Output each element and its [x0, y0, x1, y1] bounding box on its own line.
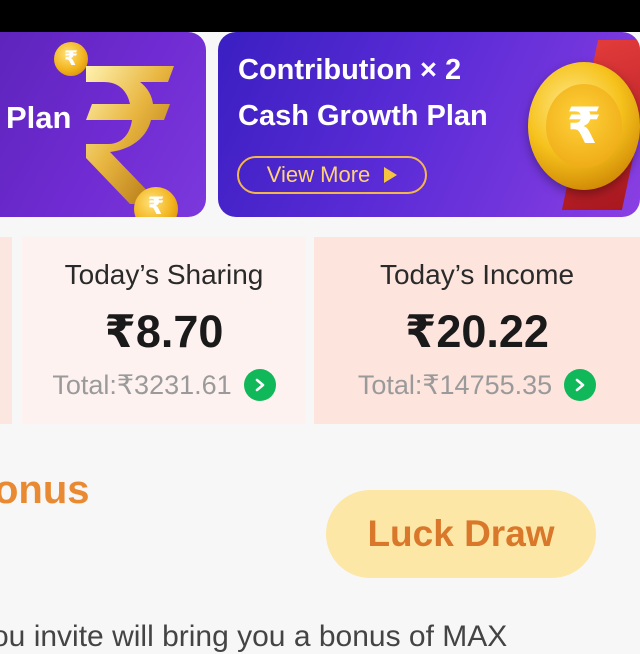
sharing-value: ₹8.70 [104, 306, 224, 357]
bonus-title: onus [0, 468, 90, 512]
stat-card-partial [0, 237, 12, 424]
income-total-row[interactable]: Total:₹14755.35 [314, 369, 640, 401]
stat-card-todays-sharing[interactable]: Today’s Sharing ₹8.70 Total:₹3231.61 [22, 237, 306, 424]
view-more-button[interactable]: View More [237, 156, 427, 194]
status-bar [0, 0, 640, 32]
play-arrow-icon [384, 167, 398, 183]
sharing-total-row[interactable]: Total:₹3231.61 [22, 369, 306, 401]
bonus-description: ou invite will bring you a bonus of MAX [0, 620, 508, 653]
income-label: Today’s Income [379, 259, 575, 290]
banner-cash-growth-plan[interactable]: Contribution × 2 Cash Growth Plan View M… [218, 32, 640, 217]
gold-medal-icon: ₹ [528, 62, 640, 190]
chevron-right-icon[interactable] [243, 369, 276, 401]
sharing-label: Today’s Sharing [64, 259, 264, 290]
banner-title-line1: Contribution × 2 [238, 54, 462, 86]
banner-title-line2: Cash Growth Plan [238, 100, 488, 132]
banner-left-title: Plan [6, 100, 72, 135]
sharing-total: Total:₹3231.61 [52, 369, 232, 400]
banner-left[interactable]: Plan ₹ ₹ [0, 32, 206, 217]
view-more-label: View More [266, 162, 371, 187]
income-value: ₹20.22 [405, 306, 549, 357]
chevron-right-icon[interactable] [564, 369, 597, 401]
income-total: Total:₹14755.35 [357, 369, 553, 400]
rupee-icon: ₹ [546, 84, 622, 168]
stat-card-todays-income[interactable]: Today’s Income ₹20.22 Total:₹14755.35 [314, 237, 640, 424]
bonus-section: onus Luck Draw ou invite will bring you … [0, 424, 640, 653]
luck-draw-button[interactable]: Luck Draw [326, 490, 596, 578]
